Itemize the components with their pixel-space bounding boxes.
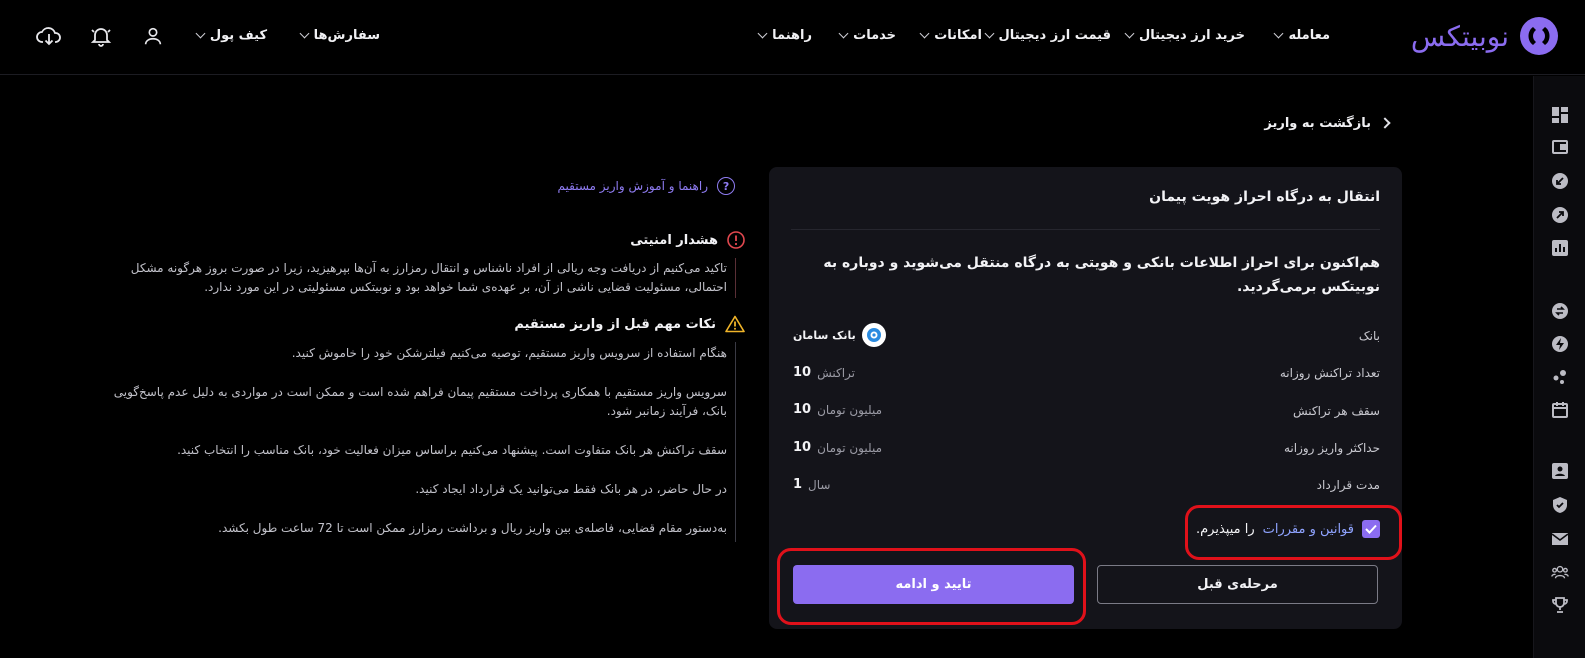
warning-triangle-icon <box>725 315 745 333</box>
back-to-deposit-link[interactable]: بازگشت به واریز <box>1264 113 1391 133</box>
tip-item: سرویس واریز مستقیم با همکاری پرداخت مستق… <box>113 385 727 418</box>
trophy-icon[interactable] <box>1551 596 1569 614</box>
daily-count-value: تراکنش 10 <box>793 365 855 380</box>
group-icon[interactable] <box>1551 563 1569 581</box>
chart-icon[interactable] <box>1551 239 1569 257</box>
wallet-icon[interactable] <box>1551 138 1569 156</box>
row-label-contract-duration: مدت قرارداد <box>1316 478 1380 492</box>
security-body: تاکید می‌کنیم از دریافت وجه ریالی از افر… <box>130 261 727 294</box>
terms-checkbox[interactable] <box>1362 520 1380 538</box>
tx-limit-value: میلیون تومان 10 <box>793 402 882 417</box>
chevron-down-icon <box>757 28 768 38</box>
chevron-down-icon <box>299 28 310 38</box>
tip-item: به‌دستور مقام قضایی، فاصله‌ی بین واریز ر… <box>218 521 727 535</box>
mail-icon[interactable] <box>1551 530 1569 548</box>
nobitex-logo-icon <box>1520 17 1558 55</box>
transfer-card: انتقال به درگاه احراز هویت پیمان هم‌اکنو… <box>769 167 1402 629</box>
top-header: نوبیتکس معامله خرید ارز دیجیتال قیمت ارز… <box>0 0 1585 75</box>
row-label-tx-limit: سقف هر تراکنش <box>1292 404 1380 418</box>
bell-icon[interactable] <box>87 22 115 50</box>
tips-list: هنگام استفاده از سرویس واریز مستقیم، توص… <box>102 344 727 558</box>
tips-title: نکات مهم قبل از واریز مستقیم <box>514 315 745 333</box>
withdraw-icon[interactable] <box>1551 206 1569 224</box>
nav-label: قیمت ارز دیجیتال <box>998 27 1111 43</box>
back-label: بازگشت به واریز <box>1264 115 1371 131</box>
check-icon <box>1365 524 1377 534</box>
terms-link[interactable]: قوانین و مقررات <box>1263 522 1354 537</box>
chevron-down-icon <box>838 28 849 38</box>
previous-step-button[interactable]: مرحله‌ی قبل <box>1097 565 1378 604</box>
tip-item: هنگام استفاده از سرویس واریز مستقیم، توص… <box>291 346 727 360</box>
row-label-daily-count: تعداد تراکنش روزانه <box>1279 366 1380 380</box>
user-icon[interactable] <box>139 22 167 50</box>
bank-saman-logo-icon <box>861 323 886 347</box>
nav-label: راهنما <box>772 27 812 43</box>
chevron-down-icon <box>195 28 206 38</box>
tip-item: سقف تراکنش هر بانک متفاوت است. پیشنهاد م… <box>177 443 727 457</box>
nav-label: کیف پول <box>209 27 267 43</box>
guide-label: راهنما و آموزش واریز مستقیم <box>557 179 708 193</box>
nav-crypto-prices[interactable]: قیمت ارز دیجیتال <box>984 22 1111 48</box>
calendar-icon[interactable] <box>1551 401 1569 419</box>
nav-buy-crypto[interactable]: خرید ارز دیجیتال <box>1124 22 1245 48</box>
guide-link[interactable]: ? راهنما و آموزش واریز مستقیم <box>558 177 735 195</box>
dashboard-icon[interactable] <box>1551 106 1569 124</box>
card-description: هم‌اکنون برای احراز اطلاعات بانکی و هویت… <box>823 255 1380 295</box>
nav-wallet[interactable]: کیف پول <box>195 22 267 48</box>
value: 10 <box>793 440 812 455</box>
side-rail <box>1533 76 1585 658</box>
nav-orders[interactable]: سفارش‌ها <box>299 22 380 48</box>
nav-label: امکانات <box>934 27 982 43</box>
value: 10 <box>793 365 812 380</box>
swap-icon[interactable] <box>1551 302 1569 320</box>
deposit-icon[interactable] <box>1551 172 1569 190</box>
terms-suffix: را میپذیرم. <box>1195 521 1255 537</box>
contract-duration-value: سال 1 <box>793 477 830 492</box>
nav-label: معامله <box>1288 27 1330 43</box>
value: 10 <box>793 402 812 417</box>
nav-help[interactable]: راهنما <box>757 22 812 48</box>
terms-row: قوانین و مقررات را میپذیرم. <box>1196 520 1380 538</box>
nav-services[interactable]: خدمات <box>838 22 896 48</box>
chevron-down-icon <box>919 28 930 38</box>
unit: تراکنش <box>817 365 856 380</box>
bank-name: بانک سامان <box>793 328 856 342</box>
lightning-icon[interactable] <box>1551 335 1569 353</box>
nav-label: سفارش‌ها <box>313 27 380 43</box>
logo-text: نوبیتکس <box>1410 19 1509 53</box>
card-title: انتقال به درگاه احراز هویت پیمان <box>1149 189 1380 205</box>
nav-label: خرید ارز دیجیتال <box>1138 27 1245 43</box>
nav-label: خدمات <box>853 27 896 43</box>
daily-max-value: میلیون تومان 10 <box>793 440 882 455</box>
logo[interactable]: نوبیتکس <box>1411 14 1559 58</box>
chevron-down-icon <box>1124 28 1135 38</box>
shield-icon[interactable] <box>1551 496 1569 514</box>
security-title-text: هشدار امنیتی <box>630 232 718 248</box>
tips-bar <box>735 342 736 542</box>
security-warning-title: هشدار امنیتی <box>630 231 745 249</box>
alert-circle-icon <box>727 231 745 249</box>
row-label-daily-max: حداکثر واریز روزانه <box>1283 441 1380 455</box>
nav-features[interactable]: امکانات <box>919 22 982 48</box>
security-bar <box>735 258 736 298</box>
chevron-down-icon <box>984 28 994 38</box>
download-cloud-icon[interactable] <box>35 22 63 50</box>
row-label-bank: بانک <box>1358 329 1380 343</box>
unit: میلیون تومان <box>817 402 882 417</box>
divider <box>791 229 1380 230</box>
tip-item: در حال حاضر، در هر بانک فقط می‌توانید یک… <box>415 482 727 496</box>
bank-value: بانک سامان <box>793 323 886 347</box>
unit: سال <box>808 477 831 492</box>
value: 1 <box>793 477 803 492</box>
unit: میلیون تومان <box>817 440 882 455</box>
tips-title-text: نکات مهم قبل از واریز مستقیم <box>514 316 716 332</box>
confirm-continue-button[interactable]: تایید و ادامه <box>793 565 1074 604</box>
chevron-right-icon <box>1379 117 1391 129</box>
dots-icon[interactable] <box>1551 368 1569 386</box>
profile-icon[interactable] <box>1551 462 1569 480</box>
help-icon: ? <box>717 177 735 195</box>
nav-trade[interactable]: معامله <box>1274 22 1330 48</box>
chevron-down-icon <box>1274 28 1284 38</box>
